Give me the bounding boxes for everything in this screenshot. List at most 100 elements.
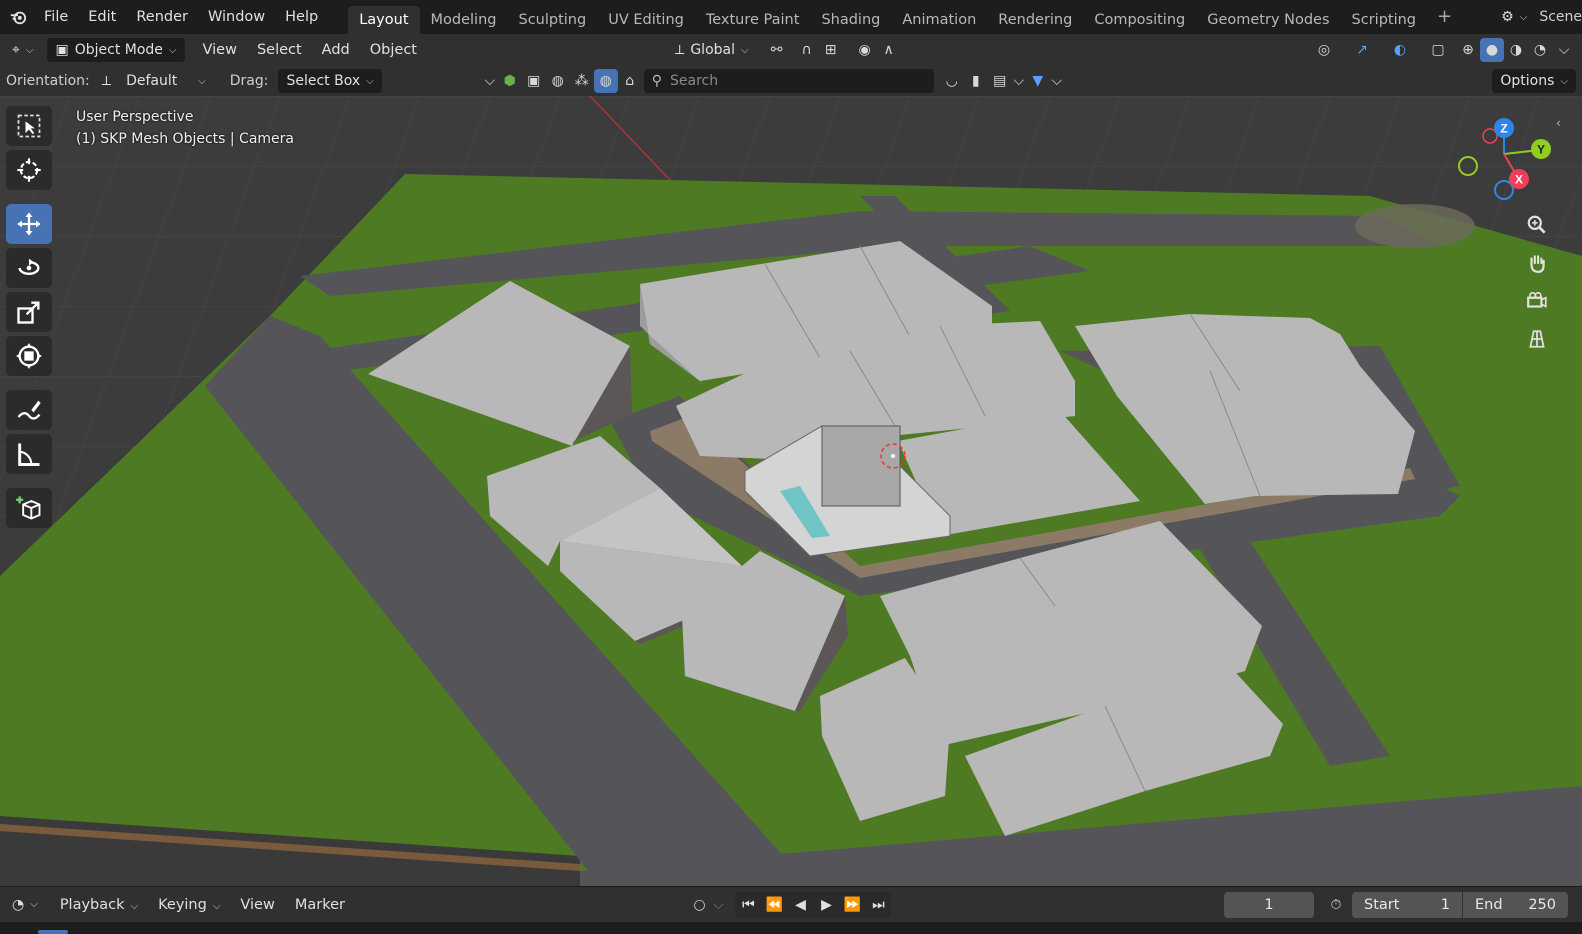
tab-uv-editing[interactable]: UV Editing [597,6,695,34]
solid-shading-icon[interactable]: ● [1480,38,1504,62]
xray-toggle-icon[interactable]: ▢ [1426,38,1450,62]
jump-end-icon[interactable]: ⏭ [865,891,892,918]
overlay-toggle-icon[interactable]: ◐ [1388,38,1412,62]
smooth-icon[interactable]: ◡ [940,69,964,93]
gizmo-toggle-icon[interactable]: ↗ [1350,38,1374,62]
tab-rendering[interactable]: Rendering [987,6,1083,34]
tab-geometry-nodes[interactable]: Geometry Nodes [1196,6,1340,34]
cursor-icon[interactable] [6,150,52,190]
scale-icon[interactable] [6,292,52,332]
filter-dropdown-icon[interactable]: ⌵ [482,69,498,93]
top-bar: File Edit Render Window Help Layout Modeling S… [0,0,1582,34]
move-icon[interactable] [6,204,52,244]
asset-type-scene-icon[interactable]: ⌂ [618,69,642,93]
play-reverse-icon[interactable]: ◀ [787,891,814,918]
snap-target-icon[interactable]: ⊞ [819,38,843,62]
shading-options-icon[interactable]: ⌵ [1552,38,1576,62]
timeline-menu-keying[interactable]: Keying ⌵ [148,892,230,918]
transform-orientation-selector[interactable]: ⟂ Global ⌵ [667,38,757,62]
annotate-icon[interactable] [6,390,52,430]
timeline-menu-view[interactable]: View [230,892,284,918]
record-icon[interactable]: ○ [687,893,711,917]
menu-help[interactable]: Help [275,4,328,30]
3d-viewport[interactable]: Z Y X User Perspective (1) SKP Mesh Obje… [0,96,1582,886]
header-menu-view[interactable]: View [193,37,247,63]
timeline-menu-playback[interactable]: Playback ⌵ [50,892,148,918]
record-options-icon[interactable]: ⌵ [711,893,725,917]
blender-logo-icon[interactable] [4,5,32,29]
start-label: Start [1364,896,1400,913]
menu-file[interactable]: File [34,4,78,30]
object-mode-icon: ▣ [55,42,69,58]
header-menu-select[interactable]: Select [247,37,312,63]
preview-range-icon[interactable]: ⏱ [1324,893,1348,917]
transform-icon[interactable] [6,336,52,376]
perspective-grid-icon[interactable] [1519,322,1555,356]
current-frame-field[interactable]: 1 [1224,891,1314,918]
asset-type-material-icon[interactable]: ◍ [546,69,570,93]
timeline-menu-marker[interactable]: Marker [285,892,355,918]
timeline-editor-type[interactable]: ◔ ⌵ [4,893,46,917]
tab-scripting[interactable]: Scripting [1341,6,1427,34]
options-dropdown[interactable]: Options ⌵ [1492,69,1576,93]
tab-compositing[interactable]: Compositing [1083,6,1196,34]
tab-layout[interactable]: Layout [348,6,420,34]
asset-type-world-icon[interactable]: ◍ [593,69,618,93]
wireframe-shading-icon[interactable]: ⊕ [1456,38,1480,62]
mode-selector[interactable]: ▣ Object Mode ⌵ [47,38,185,62]
rotate-icon[interactable] [6,248,52,288]
asset-type-nodes-icon[interactable]: ⁂ [570,69,594,93]
material-shading-icon[interactable]: ◑ [1504,38,1528,62]
asset-type-mesh-icon[interactable]: ▣ [522,69,546,93]
filter-icon[interactable]: ▼ [1026,69,1050,93]
zoom-icon[interactable] [1519,208,1555,242]
scene-selector[interactable]: ⚙ ⌵ [1493,5,1536,29]
add-workspace-button[interactable]: + [1427,4,1462,30]
rendered-shading-icon[interactable]: ◔ [1528,38,1552,62]
snap-icon[interactable]: ∩ [795,38,819,62]
tab-animation[interactable]: Animation [891,6,987,34]
menu-window[interactable]: Window [198,4,275,30]
drag-dropdown[interactable]: Select Box ⌵ [278,69,382,93]
end-frame-field[interactable]: End 250 [1463,891,1568,918]
display-caret-icon[interactable]: ⌵ [1012,69,1026,93]
falloff-icon[interactable]: ∧ [877,38,901,62]
orientation-dropdown[interactable]: ⟂ Default ⌵ [94,69,214,93]
drag-label: Drag: [229,73,269,89]
navigation-gizmo[interactable]: Z Y X [1448,108,1558,208]
header-menu-add[interactable]: Add [312,37,360,63]
measure-icon[interactable] [6,434,52,474]
jump-keyframe-forward-icon[interactable]: ⏩ [839,891,866,918]
start-frame-field[interactable]: Start 1 [1352,891,1462,918]
menu-render[interactable]: Render [126,4,198,30]
jump-start-icon[interactable]: ⏮ [735,891,762,918]
orientation-dropdown-value: Default [126,73,178,89]
tab-shading[interactable]: Shading [810,6,891,34]
add-cube-icon[interactable] [6,488,52,528]
camera-view-icon[interactable] [1519,284,1555,318]
play-icon[interactable]: ▶ [813,891,840,918]
scene-render[interactable] [0,96,1582,886]
display-mode-icon[interactable]: ▤ [988,69,1012,93]
tab-texture-paint[interactable]: Texture Paint [695,6,811,34]
tool-options-bar: Orientation: ⟂ Default ⌵ Drag: Select Box… [0,66,1582,96]
tab-modeling[interactable]: Modeling [420,6,508,34]
select-box-icon[interactable] [6,106,52,146]
bookmark-icon[interactable]: ▮ [964,69,988,93]
current-frame-value: 1 [1264,896,1274,913]
proportional-edit-icon[interactable]: ◉ [853,38,877,62]
material-palette-icon[interactable]: ⬢ [498,69,522,93]
header-menu-object[interactable]: Object [360,37,427,63]
pan-hand-icon[interactable] [1519,246,1555,280]
asset-search-input[interactable]: ⚲ Search [643,69,934,93]
jump-keyframe-back-icon[interactable]: ⏪ [761,891,788,918]
gizmo-x-label: X [1515,173,1523,187]
tab-sculpting[interactable]: Sculpting [507,6,597,34]
editor-type-selector[interactable]: ⌖ ⌵ [4,38,41,62]
visibility-icon[interactable]: ◎ [1312,38,1336,62]
scene-label[interactable]: Scene [1539,9,1582,25]
sidebar-toggle-icon[interactable]: ‹ [1556,116,1561,130]
pivot-point-icon[interactable]: ⚯ [765,38,789,62]
filter-caret-icon[interactable]: ⌵ [1050,69,1064,93]
menu-edit[interactable]: Edit [78,4,126,30]
